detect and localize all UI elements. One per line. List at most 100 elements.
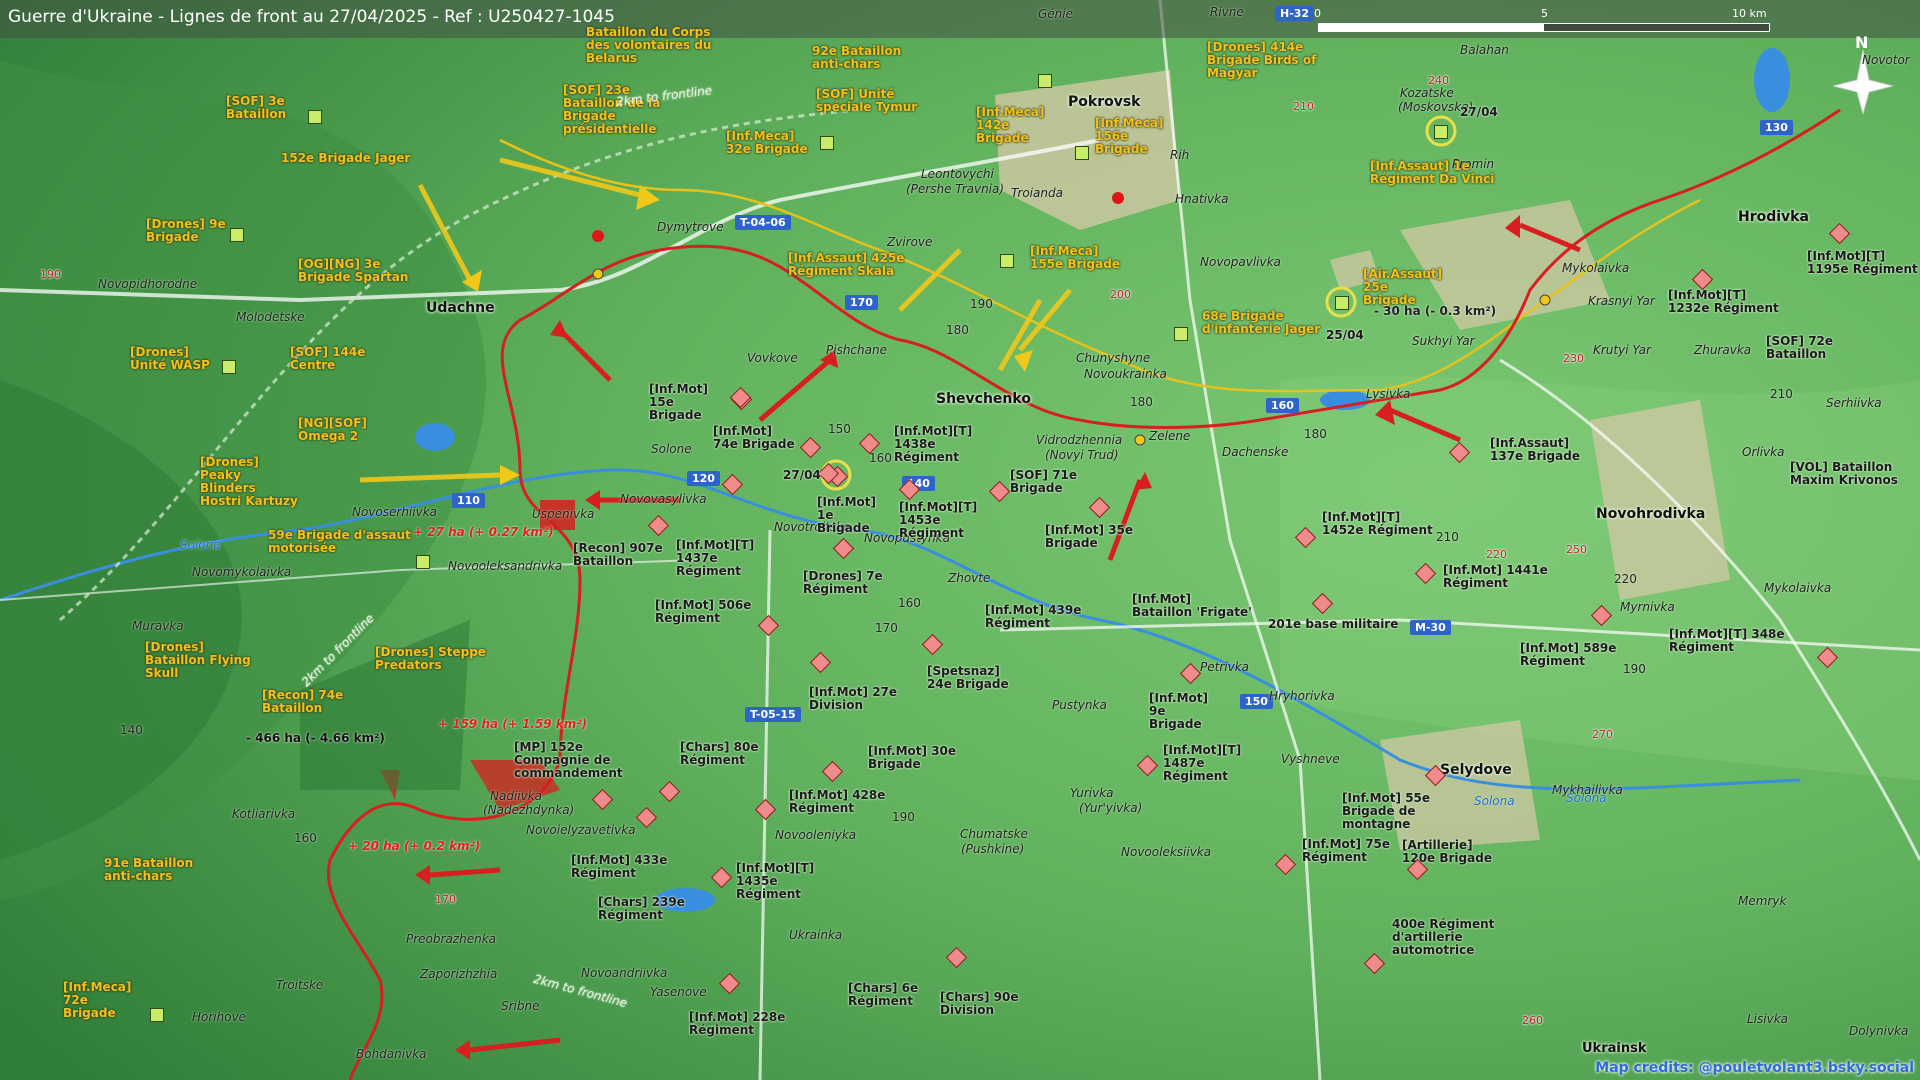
rus-unit-label[interactable]: [Inf.Mot][T] 1452e Régiment bbox=[1322, 511, 1442, 537]
rus-unit-label[interactable]: [Inf.Mot] 433e Régiment bbox=[571, 854, 671, 880]
ukr-unit-label[interactable]: [Inf.Assaut] 425e Régiment Skala bbox=[788, 252, 913, 278]
ukr-unit-label[interactable]: [Inf.Meca] 156e Brigade bbox=[1095, 117, 1180, 156]
ukr-unit-label[interactable]: [Drones] Steppe Predators bbox=[375, 646, 505, 672]
rus-unit-label[interactable]: [Drones] 7e Régiment bbox=[803, 570, 893, 596]
ukr-unit-marker[interactable] bbox=[150, 1008, 164, 1022]
ukr-unit-label[interactable]: [Drones] Unité WASP bbox=[130, 346, 210, 372]
ukr-unit-label[interactable]: [Inf.Meca] 32e Brigade bbox=[726, 130, 816, 156]
rus-unit-label[interactable]: 201e base militaire bbox=[1268, 618, 1398, 631]
rus-unit-label[interactable]: 400e Régiment d'artillerie automotrice bbox=[1392, 918, 1502, 957]
ukr-unit-label[interactable]: 152e Brigade Jager bbox=[281, 152, 410, 165]
rus-unit-label[interactable]: [Inf.Mot] Bataillon 'Frigate' bbox=[1132, 593, 1252, 619]
rus-unit-label[interactable]: [Chars] 6e Régiment bbox=[848, 982, 938, 1008]
ukr-unit-label[interactable]: [Recon] 74e Bataillon bbox=[262, 689, 372, 715]
rus-unit-label[interactable]: [Inf.Mot] 30e Brigade bbox=[868, 745, 958, 771]
ukr-unit-marker[interactable] bbox=[1174, 327, 1188, 341]
rus-unit-label[interactable]: [Inf.Mot] 1441e Régiment bbox=[1443, 564, 1563, 590]
town-label: Kotliarivka bbox=[232, 807, 296, 821]
ukr-unit-label[interactable]: Bataillon du Corps des volontaires du Be… bbox=[586, 26, 716, 65]
road-number: 250 bbox=[1566, 543, 1587, 556]
rus-unit-label[interactable]: [SOF] 71e Brigade bbox=[1010, 469, 1110, 495]
ukr-unit-marker[interactable] bbox=[1075, 146, 1089, 160]
ukr-unit-label[interactable]: [Inf.Meca] 72e Brigade bbox=[63, 981, 143, 1020]
rus-unit-label[interactable]: [Inf.Mot] 506e Régiment bbox=[655, 599, 755, 625]
ukr-unit-label[interactable]: [SOF] 3e Bataillon bbox=[226, 95, 316, 121]
ukr-unit-marker[interactable] bbox=[1335, 296, 1349, 310]
ukr-unit-label[interactable]: [NG][SOF] Omega 2 bbox=[298, 417, 378, 443]
scale-tick: 5 bbox=[1541, 7, 1548, 20]
contour-label: 210 bbox=[1770, 387, 1793, 401]
rus-unit-label[interactable]: [Inf.Mot][T] 1438e Régiment bbox=[894, 425, 1004, 464]
ukr-unit-label[interactable]: [Drones] 414e Brigade Birds of Magyar bbox=[1207, 41, 1337, 80]
town-label: Sribne bbox=[501, 999, 540, 1013]
rus-unit-label[interactable]: [Inf.Mot] 75e Régiment bbox=[1302, 838, 1402, 864]
ukr-unit-marker[interactable] bbox=[416, 555, 430, 569]
rus-unit-label[interactable]: [Spetsnaz] 24e Brigade bbox=[927, 665, 1017, 691]
ukr-unit-marker[interactable] bbox=[1000, 254, 1014, 268]
ukr-unit-label[interactable]: [SOF] 144e Centre bbox=[290, 346, 370, 372]
town-label: Dolynivka bbox=[1849, 1024, 1909, 1038]
town-label: Novooleksandrivka bbox=[448, 559, 563, 573]
rus-unit-label[interactable]: [Inf.Mot] 27e Division bbox=[809, 686, 899, 712]
town-label: Génie bbox=[1038, 7, 1074, 21]
ukr-unit-marker[interactable] bbox=[1038, 74, 1052, 88]
map-credits: Map credits: @pouletvolant3.bsky.social bbox=[1595, 1060, 1914, 1076]
rus-unit-label[interactable]: [Inf.Mot] 228e Régiment bbox=[689, 1011, 789, 1037]
rus-unit-label[interactable]: [Inf.Mot][T] 1453e Régiment bbox=[899, 501, 1009, 540]
rus-unit-label[interactable]: [Inf.Mot] 1e Brigade bbox=[817, 496, 887, 535]
ukr-unit-marker[interactable] bbox=[308, 110, 322, 124]
ukr-unit-label[interactable]: [OG][NG] 3e Brigade Spartan bbox=[298, 258, 428, 284]
ukr-unit-label[interactable]: [Drones] 9e Brigade bbox=[146, 218, 226, 244]
ukr-unit-label[interactable]: [SOF] Unité spéciale Tymur bbox=[816, 88, 926, 114]
rus-unit-label[interactable]: [Inf.Mot][T] 1437e Régiment bbox=[676, 539, 786, 578]
rus-unit-label[interactable]: [Inf.Mot] 55e Brigade de montagne bbox=[1342, 792, 1452, 831]
rus-unit-label[interactable]: [Inf.Mot] 15e Brigade bbox=[649, 383, 729, 422]
rus-unit-label[interactable]: [Inf.Mot][T] 1195e Régiment bbox=[1807, 250, 1920, 276]
ukr-unit-marker[interactable] bbox=[820, 136, 834, 150]
ukr-unit-label[interactable]: [Inf.Assaut] 1e Régiment Da Vinci bbox=[1370, 160, 1510, 186]
ukr-unit-label[interactable]: 68e Brigade d'infanterie Jager bbox=[1202, 310, 1322, 336]
town-label: Kozatske bbox=[1400, 86, 1454, 100]
town-label: Solone bbox=[651, 442, 692, 456]
scale-tick: 0 bbox=[1314, 7, 1321, 20]
rus-unit-label[interactable]: [MP] 152e Compagnie de commandement bbox=[514, 741, 644, 780]
rus-unit-label[interactable]: [VOL] Bataillon Maxim Krivonos bbox=[1790, 461, 1900, 487]
rus-unit-label[interactable]: [Recon] 907e Bataillon bbox=[573, 542, 663, 568]
rus-unit-label[interactable]: [Chars] 80e Régiment bbox=[680, 741, 770, 767]
contour-label: 190 bbox=[892, 810, 915, 824]
town-label: Myrnivka bbox=[1620, 600, 1675, 614]
ukr-unit-label[interactable]: [Inf.Meca] 155e Brigade bbox=[1030, 245, 1120, 271]
contour-label: 160 bbox=[869, 451, 892, 465]
rus-unit-label[interactable]: [Inf.Assaut] 137e Brigade bbox=[1490, 437, 1590, 463]
ukr-unit-label[interactable]: 91e Bataillon anti-chars bbox=[104, 857, 194, 883]
ukr-unit-marker[interactable] bbox=[222, 360, 236, 374]
ukr-unit-label[interactable]: [Drones] Peaky Blinders Hostri Kartuzy bbox=[200, 456, 300, 508]
rus-unit-label[interactable]: [Inf.Mot][T] 348e Régiment bbox=[1669, 628, 1789, 654]
ukr-unit-marker[interactable] bbox=[1434, 125, 1448, 139]
ukr-unit-marker[interactable] bbox=[230, 228, 244, 242]
road-shield: 160 bbox=[1266, 398, 1299, 413]
river-label: Solona bbox=[1474, 794, 1515, 808]
rus-unit-label[interactable]: [Inf.Mot] 439e Régiment bbox=[985, 604, 1095, 630]
rus-unit-label[interactable]: [Inf.Mot] 35e Brigade bbox=[1045, 524, 1135, 550]
rus-unit-label[interactable]: [Inf.Mot] 74e Brigade bbox=[713, 425, 798, 451]
town-label: Leontovychi bbox=[921, 167, 994, 181]
scale-half bbox=[1319, 24, 1544, 31]
town-label: Horihove bbox=[192, 1010, 247, 1024]
rus-unit-label[interactable]: [SOF] 72e Bataillon bbox=[1766, 335, 1856, 361]
ukr-unit-label[interactable]: [Drones] Bataillon Flying Skull bbox=[145, 641, 255, 680]
ukr-unit-label[interactable]: [Air.Assaut] 25e Brigade bbox=[1363, 268, 1443, 307]
rus-unit-label[interactable]: [Inf.Mot] 9e Brigade bbox=[1149, 692, 1219, 731]
rus-unit-label[interactable]: [Chars] 239e Régiment bbox=[598, 896, 698, 922]
rus-unit-label[interactable]: [Inf.Mot][T] 1232e Régiment bbox=[1668, 289, 1783, 315]
rus-unit-label[interactable]: [Inf.Mot] 589e Régiment bbox=[1520, 642, 1620, 668]
ukr-unit-label[interactable]: [Inf.Meca] 142e Brigade bbox=[976, 106, 1061, 145]
contour-label: 170 bbox=[875, 621, 898, 635]
ukr-unit-label[interactable]: 59e Brigade d'assaut motorisée bbox=[268, 529, 418, 555]
rus-unit-label[interactable]: [Inf.Mot][T] 1435e Régiment bbox=[736, 862, 846, 901]
rus-unit-label[interactable]: [Chars] 90e Division bbox=[940, 991, 1030, 1017]
rus-unit-label[interactable]: [Inf.Mot] 428e Régiment bbox=[789, 789, 889, 815]
city-label: Selydove bbox=[1440, 762, 1512, 778]
rus-unit-label[interactable]: [Inf.Mot][T] 1487e Régiment bbox=[1163, 744, 1273, 783]
ukr-unit-label[interactable]: 92e Bataillon anti-chars bbox=[812, 45, 907, 71]
